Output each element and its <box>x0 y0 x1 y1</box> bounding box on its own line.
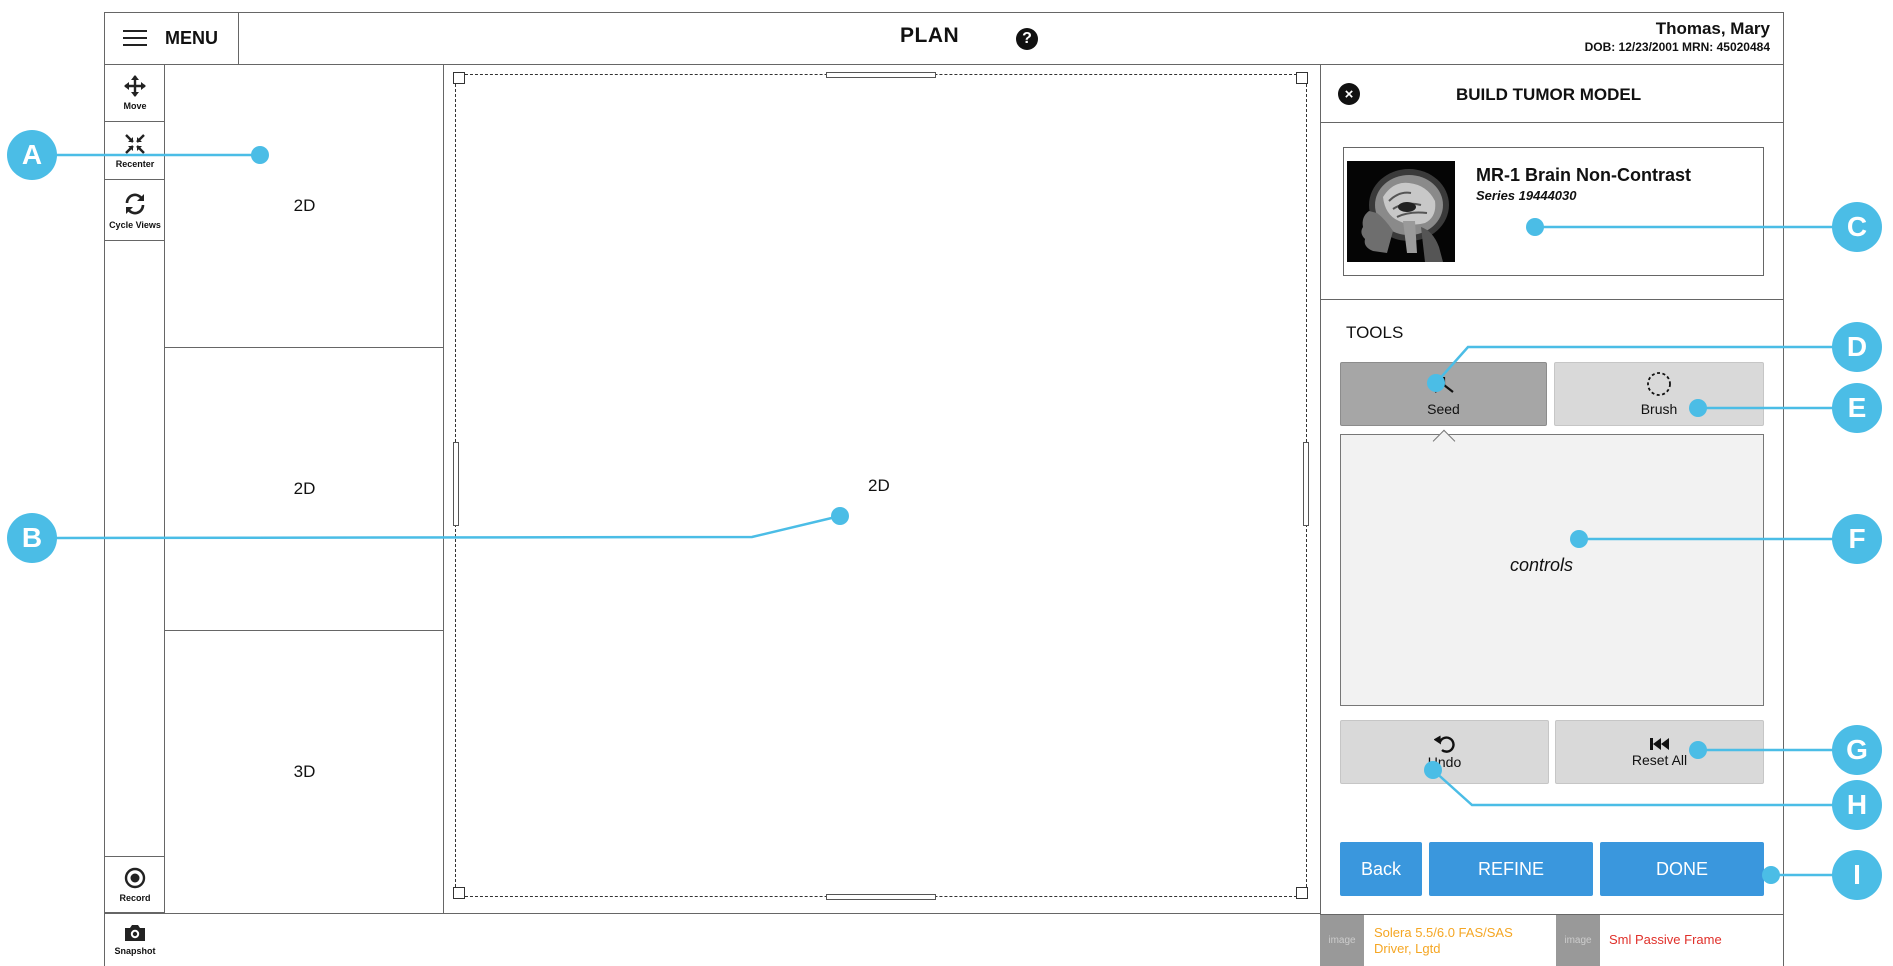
callout-h: H <box>1832 780 1882 830</box>
callout-dot <box>1526 218 1544 236</box>
callout-c: C <box>1832 202 1882 252</box>
callout-a: A <box>7 130 57 180</box>
callout-e: E <box>1832 383 1882 433</box>
callout-g: G <box>1832 725 1882 775</box>
callout-dot <box>1424 761 1442 779</box>
callout-dot <box>1689 399 1707 417</box>
callout-dot <box>1689 741 1707 759</box>
callout-dot <box>831 507 849 525</box>
callout-b: B <box>7 513 57 563</box>
callout-dot <box>1762 866 1780 884</box>
callout-dot <box>251 146 269 164</box>
callout-dot <box>1427 374 1445 392</box>
callout-d: D <box>1832 322 1882 372</box>
callout-lines <box>55 153 1842 877</box>
callout-dot <box>1570 530 1588 548</box>
callout-f: F <box>1832 514 1882 564</box>
callout-i: I <box>1832 850 1882 900</box>
